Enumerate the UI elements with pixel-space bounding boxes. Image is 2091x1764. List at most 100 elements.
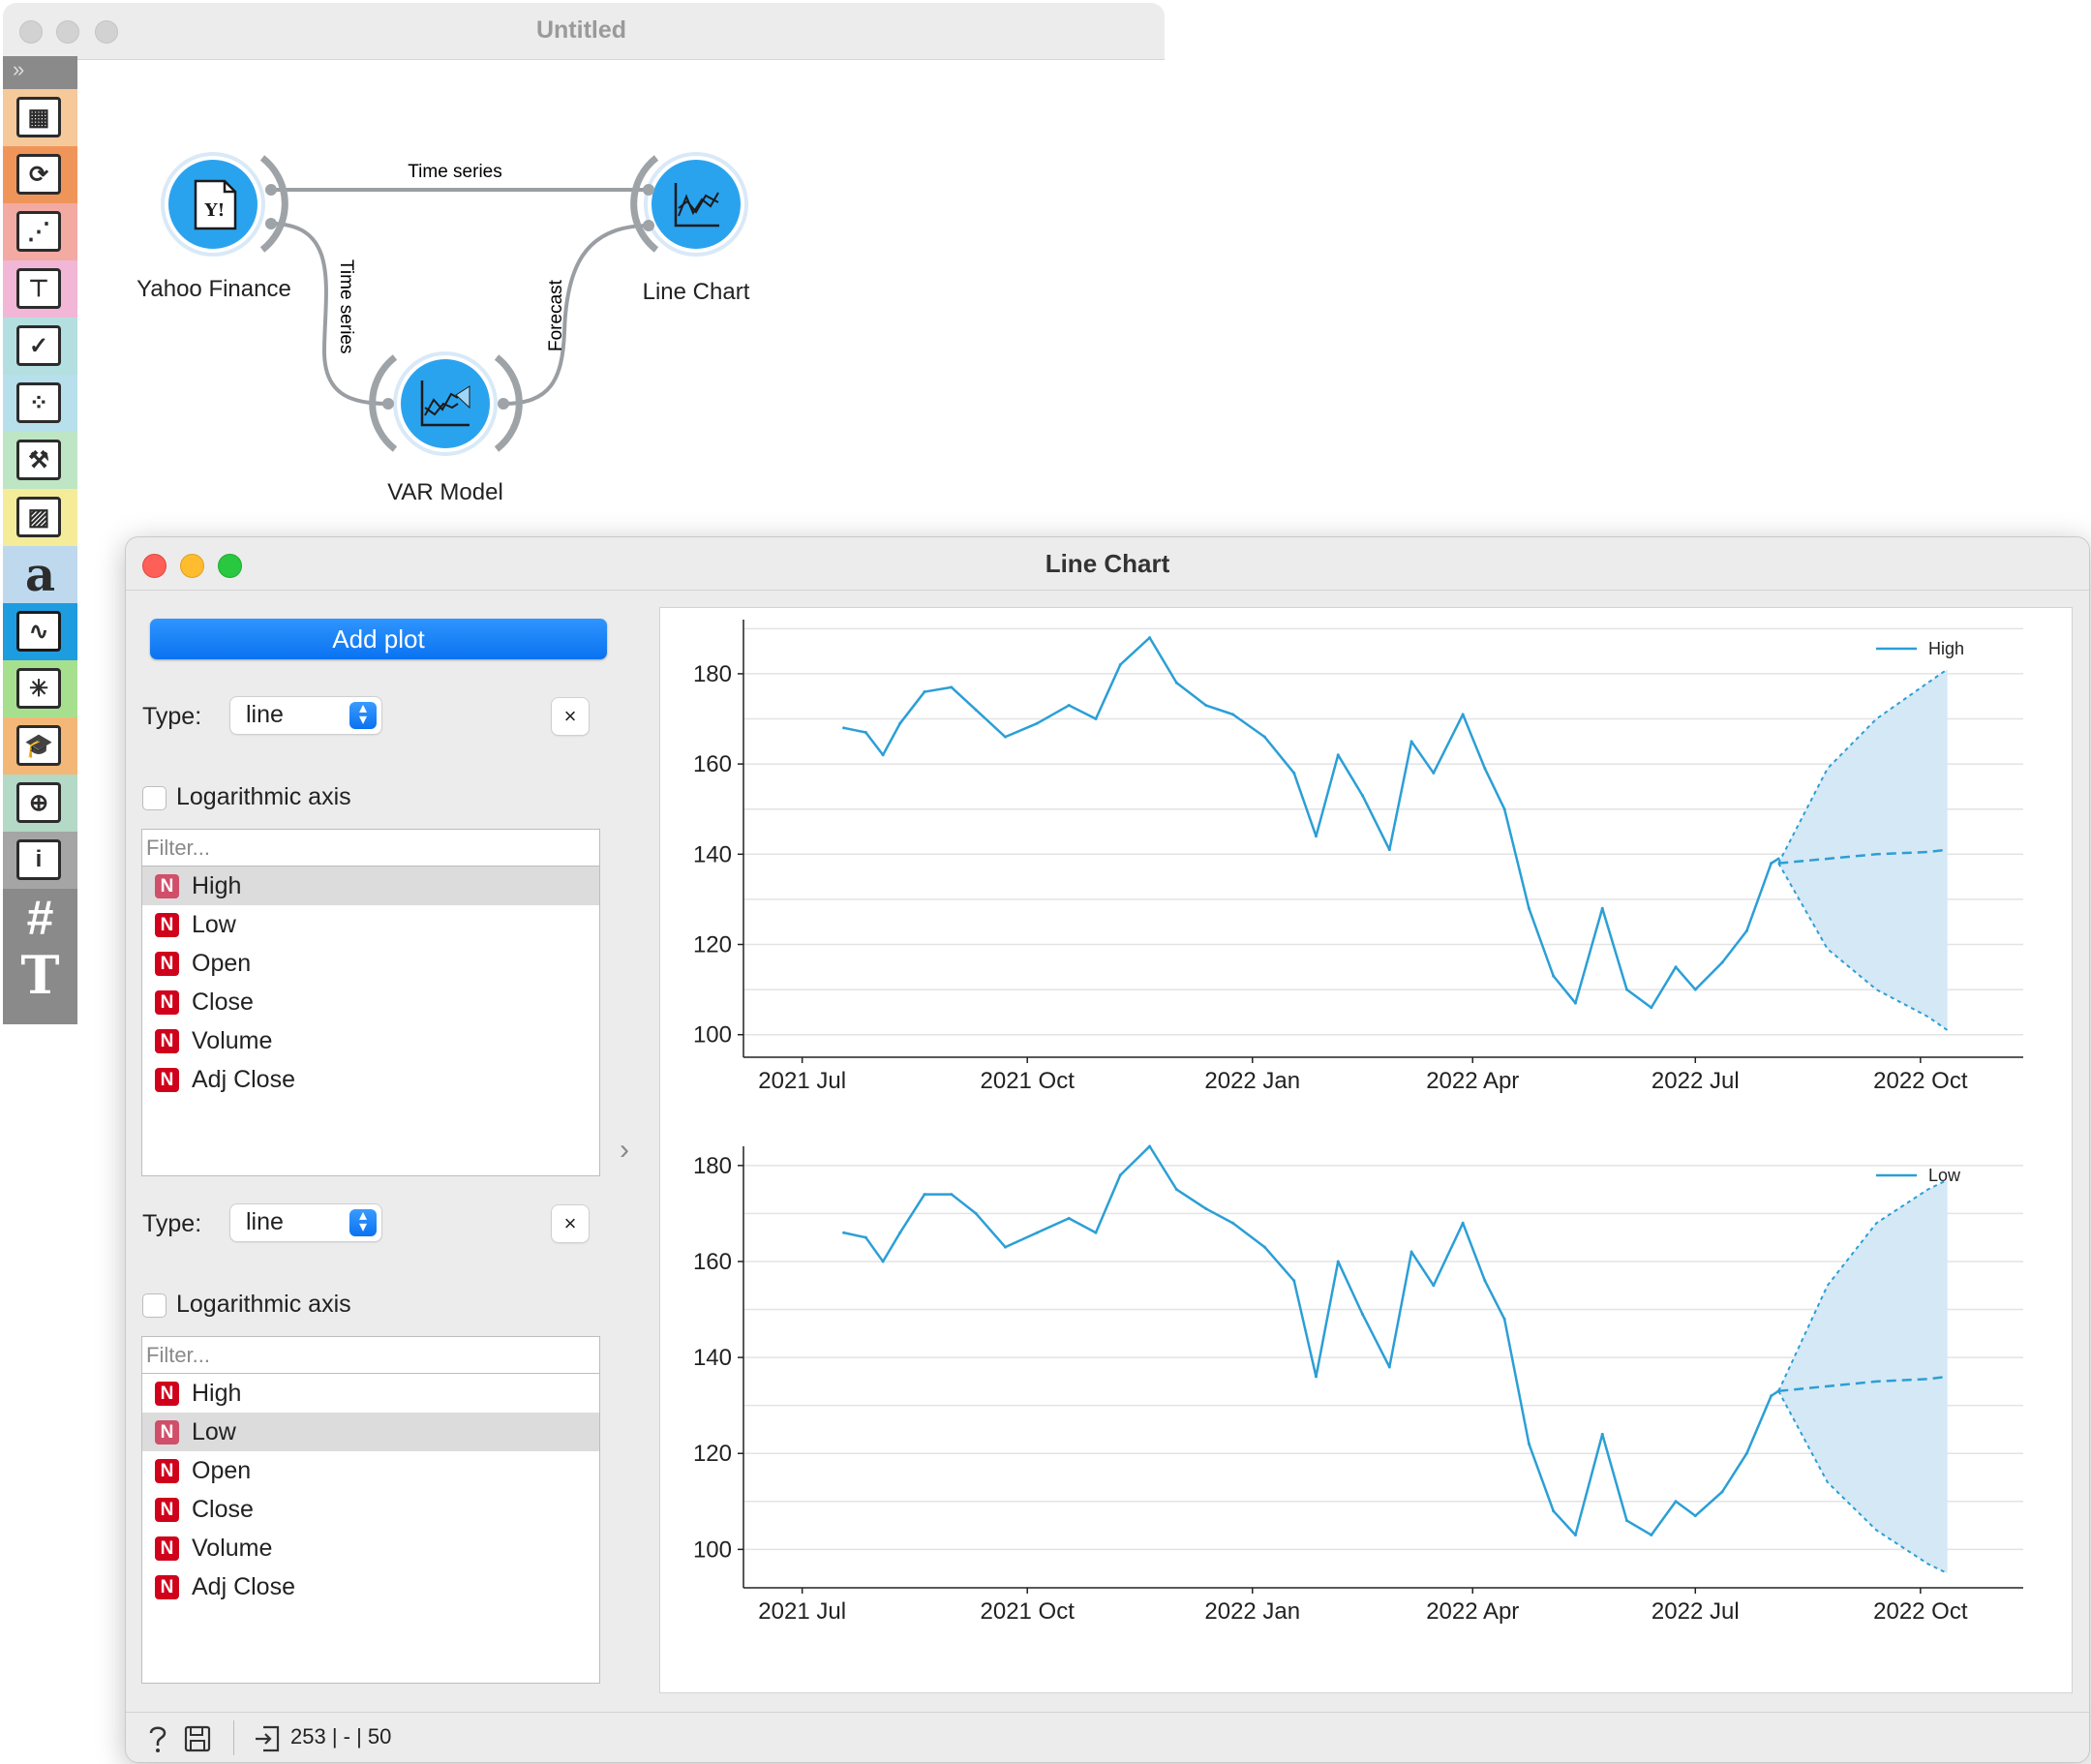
data-point	[1409, 740, 1413, 744]
x-tick-label: 2022 Jan	[1204, 1068, 1300, 1094]
filter-field[interactable]	[141, 1336, 600, 1374]
data-point	[1674, 965, 1678, 969]
data-point	[1674, 1500, 1678, 1504]
data-point	[1650, 1006, 1653, 1010]
toolbox-category-data-table[interactable]: ▦	[3, 89, 77, 146]
link-var-to-linechart[interactable]	[502, 224, 650, 406]
help-icon[interactable]	[145, 1724, 170, 1753]
list-item[interactable]: N Close	[142, 983, 599, 1021]
link-yahoo-to-var[interactable]	[270, 222, 389, 406]
toolbox-category-evaluate-grid[interactable]: ✓	[3, 318, 77, 375]
list-item[interactable]: N Open	[142, 1451, 599, 1490]
list-item[interactable]: N Volume	[142, 1021, 599, 1060]
toolbox-category-hash[interactable]: #	[3, 889, 77, 946]
list-item[interactable]: N Volume	[142, 1529, 599, 1567]
data-point	[1262, 735, 1266, 739]
yahoo-finance-label: Yahoo Finance	[136, 276, 291, 302]
data-point	[1067, 1216, 1071, 1220]
toolbox-category-scatter-visualize[interactable]: ⋰	[3, 203, 77, 260]
filter-input[interactable]	[142, 830, 595, 866]
svg-text:Y!: Y!	[204, 200, 226, 221]
toolbox-category-geo[interactable]: ⊕	[3, 775, 77, 832]
toolbox-category-text-mining[interactable]: a	[3, 546, 77, 603]
y-tick-label: 100	[693, 1536, 732, 1563]
toolbox-category-cluster-unsupervised[interactable]: ⁘	[3, 375, 77, 432]
toolbox-category-survival[interactable]: ⚒	[3, 432, 77, 489]
updown-chevron-icon: ▴ ▾	[349, 701, 377, 729]
y-tick-label: 140	[693, 841, 732, 867]
yahoo-finance-node[interactable]: Y!	[161, 152, 288, 257]
data-point	[1361, 1312, 1365, 1316]
data-point	[1573, 1001, 1577, 1005]
evaluate-grid-icon: ✓	[16, 325, 61, 366]
list-item[interactable]: N Low	[142, 1413, 599, 1451]
type-select[interactable]: line ▴ ▾	[230, 697, 381, 734]
variable-name: Open	[192, 950, 252, 977]
data-point	[1744, 1451, 1748, 1455]
data-table-icon: ▦	[16, 97, 61, 137]
info-icon: i	[16, 839, 61, 880]
x-tick-label: 2021 Oct	[981, 1068, 1076, 1094]
data-point	[950, 1193, 954, 1197]
remove-plot-button[interactable]: ×	[552, 698, 589, 735]
data-point	[1409, 1250, 1413, 1254]
numeric-variable-icon: N	[155, 1536, 179, 1561]
log-axis-checkbox[interactable]	[142, 786, 167, 810]
data-point	[1625, 988, 1629, 991]
y-tick-label: 120	[693, 1441, 732, 1467]
toolbox-category-education[interactable]: 🎓	[3, 717, 77, 775]
data-point	[1094, 1231, 1098, 1234]
x-tick-label: 2022 Apr	[1426, 1598, 1519, 1625]
line-chart-node[interactable]	[630, 152, 748, 257]
toolbox-expand-icon[interactable]: »	[3, 56, 77, 85]
filter-field[interactable]	[141, 829, 600, 867]
data-point	[1552, 974, 1556, 978]
toolbox-category-network[interactable]: ✳	[3, 660, 77, 717]
data-point	[1600, 906, 1604, 910]
data-point	[1035, 721, 1039, 725]
toolbox-category-image-analytics[interactable]: ▨	[3, 489, 77, 546]
toolbox-category-transform[interactable]: ⟳	[3, 146, 77, 203]
numeric-variable-icon: N	[155, 1382, 179, 1406]
save-icon[interactable]	[184, 1725, 211, 1752]
toolbox-category-info[interactable]: i	[3, 832, 77, 889]
add-plot-button[interactable]: Add plot	[150, 619, 607, 659]
list-item[interactable]: N Adj Close	[142, 1060, 599, 1099]
remove-plot-button[interactable]: ×	[552, 1205, 589, 1242]
chart-0: 100 120 140 160 180 2021 Jul 2021 Oct 2022 Jan 2…	[693, 620, 2023, 1094]
data-point	[974, 1211, 978, 1215]
data-point	[1693, 988, 1697, 991]
data-point	[1461, 1221, 1465, 1225]
data-point	[1776, 1389, 1780, 1393]
data-point	[1336, 753, 1340, 757]
data-point	[1314, 835, 1318, 838]
toolbox-category-tree-model[interactable]: ⊤	[3, 260, 77, 318]
type-select-value: line	[246, 1208, 284, 1235]
toolbox-category-text-tool[interactable]: T	[3, 944, 77, 1006]
variable-name: Adj Close	[192, 1066, 295, 1093]
type-select[interactable]: line ▴ ▾	[230, 1204, 381, 1241]
chevron-right-icon[interactable]: ›	[620, 1134, 629, 1167]
status-divider	[233, 1720, 234, 1755]
log-axis-checkbox[interactable]	[142, 1293, 167, 1318]
toolbox-category-time-series[interactable]: ∿	[3, 603, 77, 660]
y-tick-label: 140	[693, 1345, 732, 1371]
tree-model-icon: ⊤	[16, 268, 61, 309]
line-chart-label: Line Chart	[642, 279, 750, 305]
data-point	[923, 690, 926, 694]
list-item[interactable]: N High	[142, 1374, 599, 1413]
list-item[interactable]: N Open	[142, 944, 599, 983]
list-item[interactable]: N High	[142, 867, 599, 905]
variable-name: Volume	[192, 1027, 273, 1054]
forecast-band	[1778, 669, 1948, 1031]
data-point	[923, 1193, 926, 1197]
data-point	[1003, 735, 1007, 739]
list-item[interactable]: N Adj Close	[142, 1567, 599, 1606]
scatter-visualize-icon: ⋰	[16, 211, 61, 252]
var-model-node[interactable]	[369, 351, 523, 456]
list-item[interactable]: N Low	[142, 905, 599, 944]
status-bar: 253 | - | 50	[126, 1712, 2089, 1762]
y-tick-label: 160	[693, 1249, 732, 1275]
list-item[interactable]: N Close	[142, 1490, 599, 1529]
filter-input[interactable]	[142, 1337, 595, 1373]
